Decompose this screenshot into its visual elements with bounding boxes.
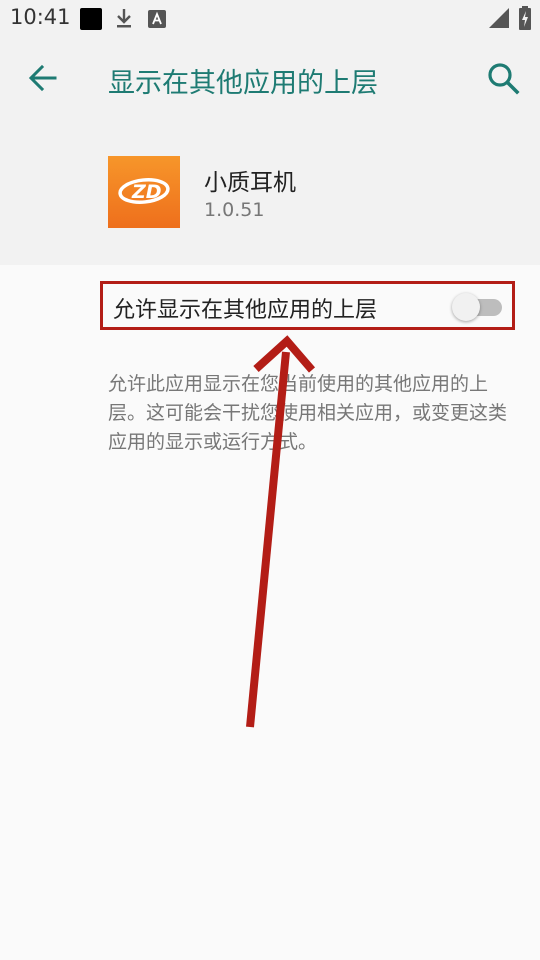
permission-label: 允许显示在其他应用的上层: [113, 298, 378, 323]
zd-logo-icon: ZD: [118, 178, 170, 204]
app-logo-icon: ZD: [108, 156, 180, 228]
app-version: 1.0.51: [204, 199, 265, 221]
arrow-head: [253, 335, 316, 373]
app-name: 小质耳机: [204, 170, 296, 196]
text-a-icon: [148, 10, 166, 28]
back-button[interactable]: [24, 59, 62, 97]
notification-square-icon: [80, 8, 102, 30]
app-bar: 显示在其他应用的上层: [0, 37, 540, 119]
search-icon: [488, 63, 520, 95]
signal-icon: [489, 8, 509, 28]
permission-toggle-row[interactable]: 允许显示在其他应用的上层: [100, 281, 515, 330]
status-time: 10:41: [10, 5, 71, 29]
arrow-left-icon: [28, 64, 57, 92]
download-icon: [117, 9, 131, 28]
battery-charging-icon: [519, 6, 531, 30]
page-title: 显示在其他应用的上层: [108, 68, 378, 99]
permission-description: 允许此应用显示在您当前使用的其他应用的上层。这可能会干扰您使用相关应用，或变更这…: [108, 373, 508, 453]
logo-text: ZD: [131, 181, 162, 203]
status-bar: 10:41: [0, 0, 540, 37]
search-button[interactable]: [484, 59, 524, 99]
switch-thumb: [452, 293, 480, 321]
app-header: ZD 小质耳机 1.0.51: [0, 119, 540, 265]
permission-switch[interactable]: [452, 292, 504, 322]
